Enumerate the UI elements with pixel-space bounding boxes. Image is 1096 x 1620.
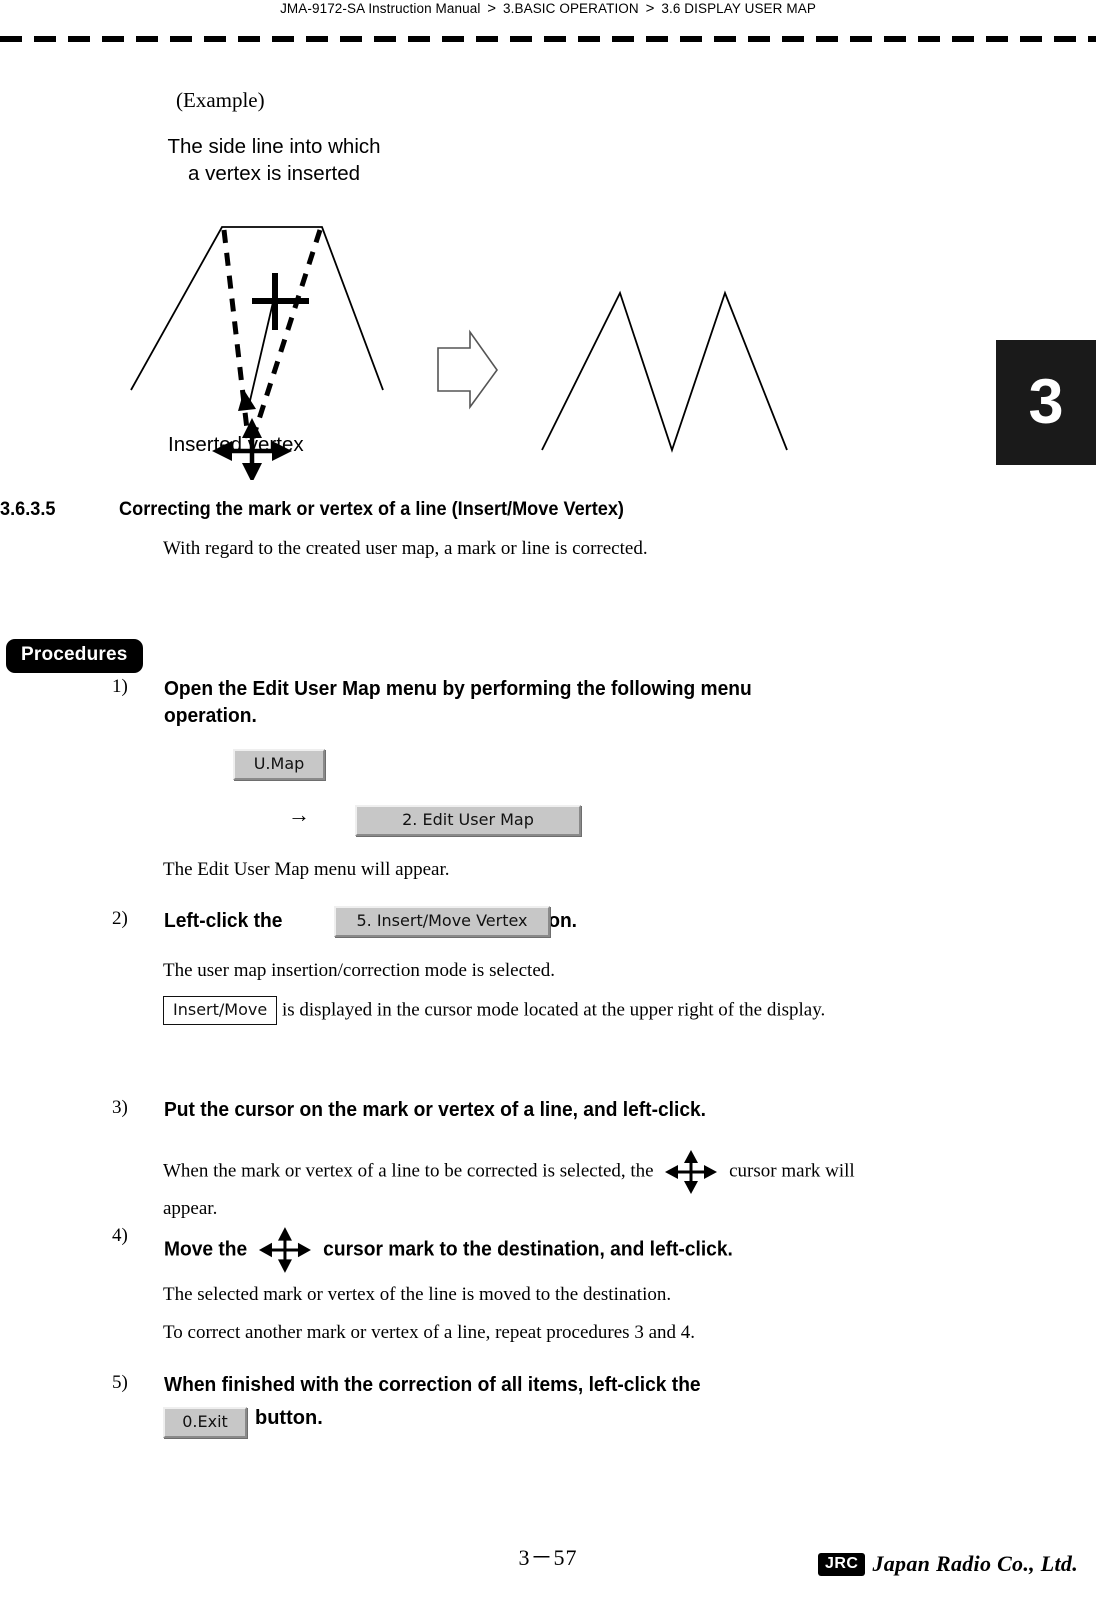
step-2-result-1: The user map insertion/correction mode i… <box>163 960 556 981</box>
step-1-title-line1: Open the Edit User Map menu by performin… <box>164 678 752 700</box>
page-header: JMA-9172-SA Instruction Manual > 3.BASIC… <box>0 0 1096 20</box>
step-2-result-2: Insert/Move is displayed in the cursor m… <box>163 996 1023 1025</box>
chapter-tab-number: 3 <box>1028 367 1064 437</box>
header-separator-2: > <box>645 0 655 17</box>
step-1-result: The Edit User Map menu will appear. <box>163 859 450 880</box>
header-chapter: 3.BASIC OPERATION <box>503 1 639 16</box>
step-1-title-line2: operation. <box>164 705 257 727</box>
step-4-title-before: Move the <box>164 1238 248 1261</box>
step-4-title: Move the cursor mark to the destination,… <box>164 1225 733 1275</box>
header-manual-title: JMA-9172-SA Instruction Manual <box>280 1 481 16</box>
right-shape-outline <box>541 290 788 453</box>
procedures-badge: Procedures <box>6 639 143 673</box>
step-4-number: 4) <box>112 1225 128 1246</box>
step-3-result-before: When the mark or vertex of a line to be … <box>163 1160 654 1182</box>
dashed-insert-lines <box>221 229 323 439</box>
step-5-number: 5) <box>112 1372 128 1393</box>
step-3-number: 3) <box>112 1097 128 1118</box>
chapter-tab: 3 <box>996 340 1096 465</box>
step-4-title-after: cursor mark to the destination, and left… <box>323 1238 733 1261</box>
jrc-logo: JRC Japan Radio Co., Ltd. <box>817 1551 1078 1577</box>
section-description: With regard to the created user map, a m… <box>163 538 648 559</box>
crosshair-cursor-icon <box>252 273 309 330</box>
menu-flow-arrow: → <box>288 802 310 827</box>
exit-button[interactable]: 0.Exit <box>163 1407 247 1438</box>
step-3-title: Put the cursor on the mark or vertex of … <box>164 1099 707 1121</box>
insert-move-status-box: Insert/Move <box>163 996 278 1025</box>
jrc-logo-mark: JRC <box>817 1552 866 1576</box>
step-3-result: When the mark or vertex of a line to be … <box>163 1148 993 1222</box>
step-2-result-2-text: is displayed in the cursor mode located … <box>281 999 826 1021</box>
inserted-vertex-label: Inserted vertex <box>168 433 304 456</box>
step-1-title: Open the Edit User Map menu by performin… <box>164 676 752 730</box>
step-3-result-line2: appear. <box>163 1198 218 1219</box>
section-number: 3.6.3.5 <box>0 498 56 520</box>
step-4-result-1: The selected mark or vertex of the line … <box>163 1284 672 1305</box>
left-shape-outline <box>130 226 384 391</box>
header-section: 3.6 DISPLAY USER MAP <box>661 1 816 16</box>
four-way-cursor-icon <box>259 1227 312 1273</box>
example-figure: (Example) The side line into which a ver… <box>0 60 960 480</box>
jrc-logo-name: Japan Radio Co., Ltd. <box>872 1551 1078 1576</box>
step-1-number: 1) <box>112 676 128 697</box>
section-title: Correcting the mark or vertex of a line … <box>119 498 624 520</box>
step-5-title: When finished with the correction of all… <box>164 1374 701 1396</box>
transition-arrow-icon <box>437 329 498 410</box>
header-separator-1: > <box>487 0 497 17</box>
insert-move-vertex-button[interactable]: 5. Insert/Move Vertex <box>334 906 550 937</box>
umap-button[interactable]: U.Map <box>233 749 325 780</box>
step-2-number: 2) <box>112 908 128 929</box>
edit-user-map-button[interactable]: 2. Edit User Map <box>355 805 581 836</box>
step-5-title-after: button. <box>255 1407 323 1429</box>
step-2-title-before: Left-click the <box>164 910 283 932</box>
step-3-result-after: cursor mark will <box>729 1160 855 1182</box>
header-dashed-rule <box>0 36 1096 42</box>
figure-graphics <box>130 226 788 480</box>
step-4-result-2: To correct another mark or vertex of a l… <box>163 1322 696 1343</box>
four-way-cursor-icon <box>665 1150 718 1194</box>
